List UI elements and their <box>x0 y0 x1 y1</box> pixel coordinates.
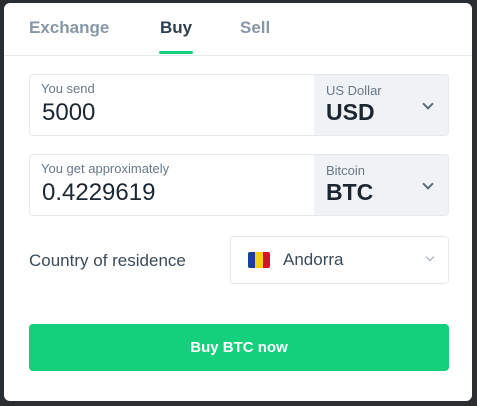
send-currency-name: US Dollar <box>326 83 382 98</box>
get-currency-select[interactable]: Bitcoin BTC <box>314 155 448 215</box>
get-amount-label: You get approximately <box>41 161 170 176</box>
get-amount-input[interactable] <box>42 179 302 207</box>
active-tab-indicator <box>159 51 193 54</box>
send-currency-select[interactable]: US Dollar USD <box>314 75 448 135</box>
tab-sell[interactable]: Sell <box>240 18 270 38</box>
country-select[interactable]: Andorra <box>230 236 449 284</box>
country-selected-value: Andorra <box>283 250 344 269</box>
send-amount-label: You send <box>41 81 95 96</box>
send-currency-code: USD <box>326 99 375 125</box>
get-amount-field: You get approximately Bitcoin BTC <box>29 154 449 216</box>
send-amount-field: You send US Dollar USD <box>29 74 449 136</box>
chevron-down-icon <box>425 252 435 262</box>
get-currency-code: BTC <box>326 179 374 205</box>
get-currency-name: Bitcoin <box>326 163 366 178</box>
chevron-down-icon <box>422 98 434 110</box>
send-amount-input[interactable] <box>42 99 302 127</box>
buy-now-button[interactable]: Buy BTC now <box>29 324 449 371</box>
andorra-flag-icon <box>248 252 270 268</box>
country-label: Country of residence <box>29 251 186 270</box>
exchange-widget: Exchange Buy Sell You send US Dollar USD… <box>4 3 472 401</box>
tab-bar: Exchange Buy Sell <box>4 3 472 56</box>
tab-exchange[interactable]: Exchange <box>29 18 109 38</box>
chevron-down-icon <box>422 178 434 190</box>
tab-buy[interactable]: Buy <box>160 18 192 38</box>
